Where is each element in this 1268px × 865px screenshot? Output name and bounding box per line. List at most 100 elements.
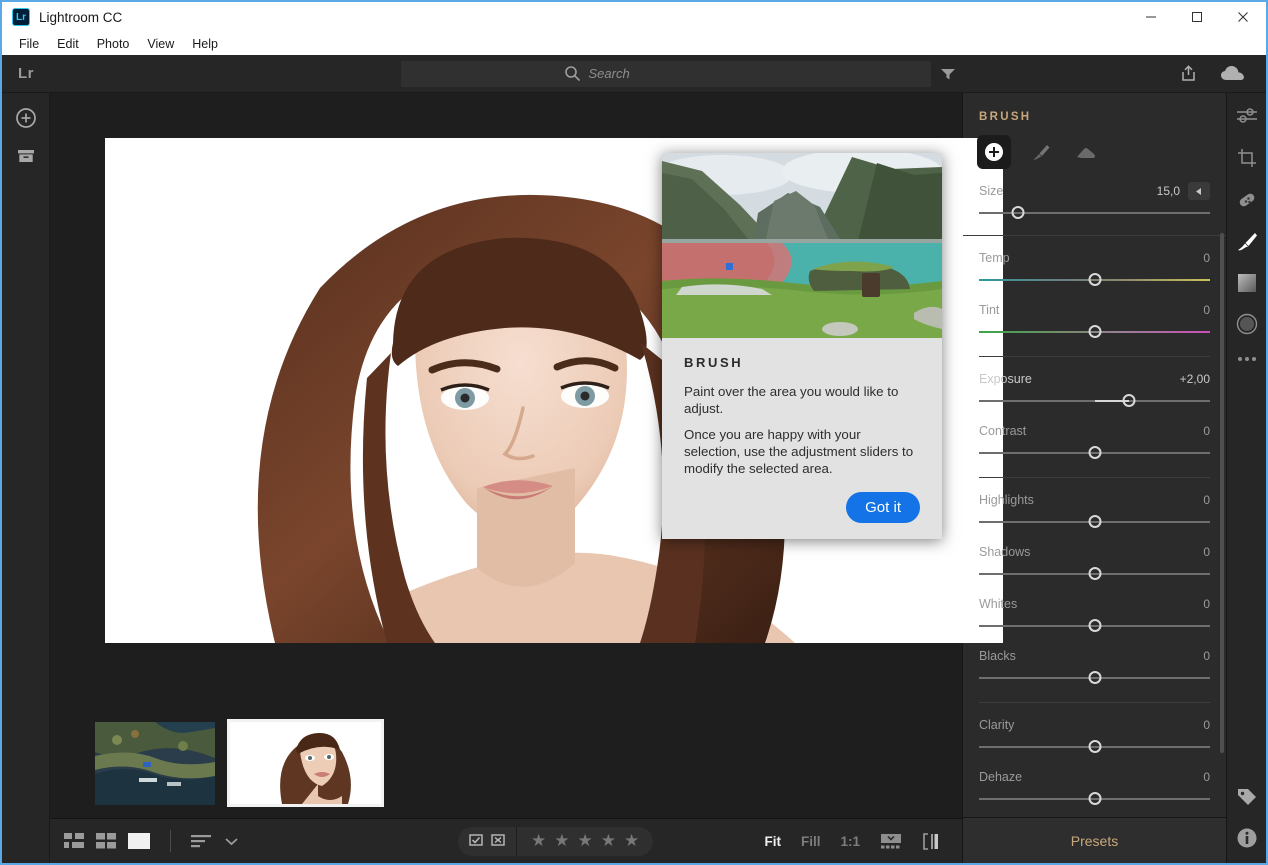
dehaze-label: Dehaze [979,770,1023,784]
star-5[interactable]: ★ [624,831,639,851]
thumbnail-aerial-landscape[interactable] [95,721,215,805]
search-input[interactable] [588,66,769,81]
share-icon[interactable] [1179,64,1198,83]
albums-icon[interactable] [16,147,36,165]
menu-help[interactable]: Help [183,35,227,53]
maximize-button[interactable] [1174,2,1220,32]
exposure-knob[interactable] [1122,394,1136,407]
blacks-value: 0 [1203,649,1210,663]
erase-tool[interactable] [1069,135,1103,169]
filter-icon[interactable] [940,67,956,81]
clarity-knob[interactable] [1088,740,1101,753]
brush-icon[interactable] [1236,231,1258,253]
compare-grid-icon[interactable] [96,833,116,849]
star-2[interactable]: ★ [554,831,569,851]
blacks-track[interactable] [979,670,1210,686]
menu-edit[interactable]: Edit [48,35,88,53]
got-it-button[interactable]: Got it [846,492,920,523]
star-1[interactable]: ★ [531,831,546,851]
slider-contrast[interactable]: Contrast 0 [979,409,1210,461]
size-slider-knob[interactable] [1011,206,1025,219]
shadows-knob[interactable] [1088,567,1101,580]
brush-tool[interactable] [1023,135,1057,169]
keywords-tag-icon[interactable] [1236,787,1258,809]
contrast-knob[interactable] [1088,446,1101,459]
radial-gradient-icon[interactable] [1236,313,1258,335]
crop-icon[interactable] [1236,147,1258,169]
size-slider[interactable]: Size 15,0 [979,169,1210,221]
more-options-icon[interactable] [1236,355,1258,363]
contrast-track[interactable] [979,445,1210,461]
slider-whites[interactable]: Whites 0 [979,582,1210,634]
size-slider-track[interactable] [979,205,1210,221]
highlights-track[interactable] [979,514,1210,530]
temp-track[interactable] [979,272,1210,288]
presets-button[interactable]: Presets [963,817,1226,863]
slider-dehaze[interactable]: Dehaze 0 [979,755,1210,807]
tint-knob[interactable] [1088,325,1101,338]
menu-photo[interactable]: Photo [88,35,139,53]
tooltip-actions: Got it [684,492,920,523]
zoom-fill-button[interactable]: Fill [801,834,821,849]
blacks-knob[interactable] [1088,671,1101,684]
menu-file[interactable]: File [10,35,48,53]
star-4[interactable]: ★ [601,831,616,851]
menu-view[interactable]: View [138,35,183,53]
panel-scrollbar[interactable] [1220,233,1224,753]
highlights-knob[interactable] [1088,515,1101,528]
brush-coach-tooltip: BRUSH Paint over the area you would like… [662,153,942,539]
search-bar[interactable] [401,60,931,87]
chevron-down-icon[interactable] [225,837,238,846]
panel-title: BRUSH [979,111,1032,123]
healing-icon[interactable] [1236,189,1258,211]
slider-highlights[interactable]: Highlights 0 [979,478,1210,530]
zoom-1-1-button[interactable]: 1:1 [840,834,860,849]
size-label: Size [979,184,1004,198]
linear-gradient-icon[interactable] [1237,273,1257,293]
exposure-track[interactable] [979,393,1210,409]
tint-track[interactable] [979,324,1210,340]
sort-icon[interactable] [191,833,213,849]
zoom-fit-button[interactable]: Fit [764,834,781,849]
left-rail [2,93,50,863]
tooltip-body: BRUSH Paint over the area you would like… [662,338,942,539]
temp-knob[interactable] [1088,273,1101,286]
minimize-button[interactable] [1128,2,1174,32]
edit-sliders-icon[interactable] [1236,107,1258,127]
star-3[interactable]: ★ [578,831,593,851]
size-stepper-button[interactable] [1188,182,1210,200]
slider-blacks[interactable]: Blacks 0 [979,634,1210,686]
add-brush-tool[interactable] [977,135,1011,169]
search-icon [564,65,581,82]
star-rating[interactable]: ★ ★ ★ ★ ★ [517,831,653,851]
info-icon[interactable] [1236,827,1258,849]
thumbnail-portrait[interactable] [227,719,384,807]
portrait-thumb-image [230,722,381,804]
flag-rejected-icon[interactable] [490,833,506,849]
slider-tint[interactable]: Tint 0 [979,288,1210,340]
flag-picked-icon[interactable] [468,833,484,849]
tint-value: 0 [1203,303,1210,317]
whites-knob[interactable] [1088,619,1101,632]
grid-view-icon[interactable] [64,833,84,849]
dehaze-knob[interactable] [1088,792,1101,805]
right-rail-bottom [1236,787,1258,863]
slider-temp[interactable]: Temp 0 [979,236,1210,288]
whites-track[interactable] [979,618,1210,634]
panel-toggle-icon[interactable] [922,832,940,850]
clarity-track[interactable] [979,739,1210,755]
highlights-label: Highlights [979,493,1034,507]
add-photos-icon[interactable] [15,107,37,129]
brush-panel: BRUSH Size 15,0 Temp 0 Tint 0 Exposure +… [962,93,1226,863]
filmstrip-toggle-icon[interactable] [880,833,902,849]
cloud-icon[interactable] [1220,65,1246,83]
dehaze-track[interactable] [979,791,1210,807]
slider-exposure[interactable]: Exposure +2,00 [979,357,1210,409]
slider-shadows[interactable]: Shadows 0 [979,530,1210,582]
slider-clarity[interactable]: Clarity 0 [979,703,1210,755]
shadows-track[interactable] [979,566,1210,582]
slider-saturation[interactable]: Saturation0 [979,807,1210,817]
close-button[interactable] [1220,2,1266,32]
shadows-value: 0 [1203,545,1210,559]
single-photo-icon[interactable] [128,833,150,849]
